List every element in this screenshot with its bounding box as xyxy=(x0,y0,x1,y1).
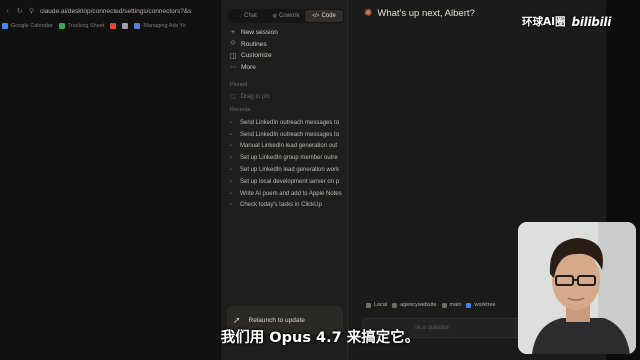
branch-icon xyxy=(441,302,447,308)
sidebar-item-new-session[interactable]: + New session xyxy=(230,27,343,39)
sidebar-item-label: Routines xyxy=(241,40,267,48)
tab-label: Chat xyxy=(244,13,257,19)
sidebar-nav: + New session ⟐ Routines ◫ Customize ⋯ More xyxy=(230,27,343,73)
recent-session-title: Set up LinkedIn group member outre xyxy=(240,155,338,162)
bilibili-logo: bilibili xyxy=(571,14,612,29)
back-arrow-icon[interactable]: ‹ xyxy=(4,8,11,15)
recents-section-label: Recents xyxy=(230,107,251,113)
video-subtitle: 我们用 Opus 4.7 来搞定它。 xyxy=(220,330,420,346)
pinned-dropzone[interactable]: ▢ Drag to pin xyxy=(230,93,271,101)
claude-spark-icon: ✺ xyxy=(364,8,373,19)
bookmark-favicon-icon xyxy=(122,23,129,29)
reload-icon[interactable]: ↻ xyxy=(16,7,23,15)
greeting-text: What's up next, Albert? xyxy=(377,8,475,19)
session-dot-icon: • xyxy=(230,155,232,162)
chip-label: worktree xyxy=(474,302,496,308)
mode-switcher: ◌ Chat ◍ Cowork </> Code xyxy=(228,9,344,23)
recent-session-title: Send LinkedIn outreach messages to xyxy=(240,119,340,126)
recent-session-title: Write AI poem and add to Apple Notes xyxy=(240,190,342,197)
recent-session-item[interactable]: • Set up LinkedIn group member outre xyxy=(230,152,347,164)
bookmark-item[interactable]: Managing Ads Ye xyxy=(134,23,186,29)
bookmark-label: Tracking Sheet xyxy=(67,23,105,29)
recents-list: • Send LinkedIn outreach messages to • Send… xyxy=(230,117,347,211)
bookmark-label: Google Calendar xyxy=(11,23,53,29)
worktree-icon xyxy=(466,302,472,308)
relaunch-label: Relaunch to update xyxy=(248,316,305,324)
bookmark-item[interactable]: Google Calendar xyxy=(2,23,53,29)
session-dot-icon: • xyxy=(230,190,232,197)
recent-session-item[interactable]: • Send LinkedIn outreach messages to xyxy=(230,129,347,141)
session-dot-icon: • xyxy=(230,202,232,209)
tab-label: Code xyxy=(321,13,336,19)
bookmark-favicon-icon xyxy=(110,23,117,29)
recent-session-title: Send LinkedIn outreach messages to xyxy=(240,131,340,138)
session-dot-icon: • xyxy=(230,143,232,150)
bookmark-favicon-icon xyxy=(58,23,65,29)
tab-cowork[interactable]: ◍ Cowork xyxy=(267,10,305,22)
chip-label: agencywebsite xyxy=(400,302,437,308)
recent-session-item[interactable]: • Set up LinkedIn lead generation work xyxy=(230,164,347,176)
customize-icon: ◫ xyxy=(230,52,237,60)
session-dot-icon: • xyxy=(230,119,232,126)
bookmark-item[interactable]: Tracking Sheet xyxy=(58,23,105,29)
chat-bubble-icon: ◌ xyxy=(239,13,243,19)
sidebar-item-routines[interactable]: ⟐ Routines xyxy=(230,39,343,51)
monitor-icon xyxy=(366,302,371,308)
channel-watermark: 环球AI圈 bilibili xyxy=(522,14,611,29)
session-dot-icon: • xyxy=(230,167,232,174)
tab-chat[interactable]: ◌ Chat xyxy=(229,10,267,22)
folder-icon xyxy=(392,302,398,308)
context-chip-worktree[interactable]: worktree xyxy=(466,302,496,308)
recent-session-item[interactable]: • Check today's tasks in ClickUp xyxy=(230,200,347,212)
recent-session-title: Set up local development server on p xyxy=(240,178,340,185)
recent-session-item[interactable]: • Send LinkedIn outreach messages to xyxy=(230,117,347,129)
cowork-icon: ◍ xyxy=(272,13,278,19)
pinned-section-label: Pinned xyxy=(230,82,248,88)
bookmark-item[interactable] xyxy=(110,23,117,29)
recent-session-title: Set up LinkedIn lead generation work xyxy=(240,167,340,174)
plus-icon: + xyxy=(230,29,236,37)
tab-label: Cowork xyxy=(279,13,300,19)
chip-label: main xyxy=(449,302,462,308)
recent-session-title: Check today's tasks in ClickUp xyxy=(240,202,322,209)
recent-session-item[interactable]: • Manual LinkedIn lead generation out xyxy=(230,141,347,153)
browser-window: ‹ ↻ ⚲ claude.ai/desktop/connected/settin… xyxy=(0,0,222,360)
bookmark-favicon-icon xyxy=(2,23,8,29)
bookmark-favicon-icon xyxy=(134,23,141,29)
pinned-placeholder: Drag to pin xyxy=(240,93,271,100)
site-settings-icon[interactable]: ⚲ xyxy=(28,7,35,15)
bookmark-label: Managing Ads Ye xyxy=(143,23,186,29)
routines-icon: ⟐ xyxy=(230,40,236,48)
session-dot-icon: • xyxy=(230,178,232,185)
session-dot-icon: • xyxy=(230,131,232,138)
rocket-icon: ➚ xyxy=(233,314,241,325)
sidebar-item-label: New session xyxy=(241,29,278,37)
recent-session-title: Manual LinkedIn lead generation out xyxy=(240,143,338,150)
sidebar-item-more[interactable]: ⋯ More xyxy=(230,62,343,74)
context-chips: Local agencywebsite main worktree xyxy=(366,302,496,308)
pin-icon: ▢ xyxy=(230,94,236,100)
sidebar-item-label: Customize xyxy=(241,52,272,60)
address-bar-row: ‹ ↻ ⚲ claude.ai/desktop/connected/settin… xyxy=(4,4,221,18)
sidebar-item-label: More xyxy=(241,63,256,71)
sidebar: ◌ Chat ◍ Cowork </> Code + New session ⟐ Routine… xyxy=(222,0,348,360)
url-field[interactable]: claude.ai/desktop/connected/settings/con… xyxy=(40,8,191,15)
context-chip-local[interactable]: Local xyxy=(366,302,387,308)
tab-code[interactable]: </> Code xyxy=(305,10,343,22)
recent-session-item[interactable]: • Set up local development server on p xyxy=(230,176,347,188)
bookmarks-bar: Google Calendar Tracking Sheet Managing Ad… xyxy=(2,20,221,32)
context-chip-main[interactable]: main xyxy=(441,302,462,308)
recent-session-item[interactable]: • Write AI poem and add to Apple Notes xyxy=(230,188,347,200)
sidebar-item-customize[interactable]: ◫ Customize xyxy=(230,50,343,62)
greeting: ✺ What's up next, Albert? xyxy=(364,8,475,19)
context-chip-agencywebsite[interactable]: agencywebsite xyxy=(392,302,437,308)
bookmark-item[interactable] xyxy=(122,23,129,29)
more-icon: ⋯ xyxy=(230,64,237,72)
code-brackets-icon: </> xyxy=(312,13,320,19)
watermark-channel-name: 环球AI圈 xyxy=(522,16,566,28)
chip-label: Local xyxy=(374,302,388,308)
